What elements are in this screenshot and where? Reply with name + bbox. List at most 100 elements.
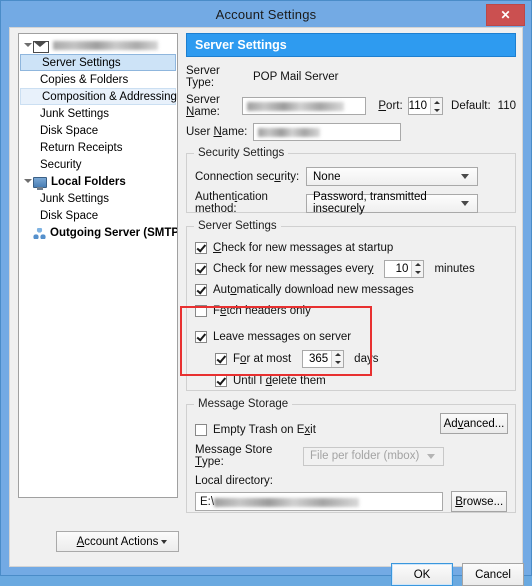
connection-security-label: Connection security: <box>195 170 300 183</box>
check-startup-label: Check for new messages at startup <box>213 241 394 254</box>
sidebar-item-outgoing-server[interactable]: Outgoing Server (SMTP) <box>19 224 177 241</box>
for-at-most-unit: days <box>354 352 379 365</box>
local-directory-label-row: Local directory: <box>195 475 507 487</box>
fetch-headers-checkbox[interactable] <box>195 304 207 317</box>
connection-security-value: None <box>313 170 341 183</box>
account-actions-label: Account Actions <box>76 535 159 548</box>
user-name-row: User Name: <box>186 123 516 141</box>
sidebar-item-label: Return Receipts <box>40 141 123 154</box>
cancel-button[interactable]: Cancel <box>462 563 524 586</box>
sidebar-item-local-disk-space[interactable]: Disk Space <box>19 207 177 224</box>
auth-method-select[interactable]: Password, transmitted insecurely <box>306 191 478 215</box>
cancel-button-label: Cancel <box>475 568 511 581</box>
advanced-button[interactable]: Advanced... <box>440 413 508 434</box>
for-at-most-stepper[interactable]: 365 <box>302 349 345 368</box>
close-icon[interactable]: ✕ <box>486 4 525 26</box>
chevron-down-icon <box>461 174 469 179</box>
sidebar-item-local-folders[interactable]: Local Folders <box>19 173 177 190</box>
ok-button[interactable]: OK <box>391 563 453 586</box>
chevron-down-icon <box>161 540 167 544</box>
tree-item-account[interactable] <box>19 37 177 54</box>
sidebar-item-server-settings[interactable]: Server Settings <box>20 54 176 71</box>
mail-icon <box>33 40 49 53</box>
for-at-most-checkbox[interactable] <box>215 352 227 365</box>
check-every-stepper-buttons[interactable] <box>411 260 424 277</box>
local-directory-label: Local directory: <box>195 475 273 487</box>
check-startup-row[interactable]: Check for new messages at startup <box>195 238 507 257</box>
local-directory-value: E:\ <box>200 496 215 508</box>
stepper-up-icon[interactable] <box>332 351 343 359</box>
store-type-label: Message Store Type: <box>195 444 273 468</box>
port-label: Port: <box>378 100 403 112</box>
sidebar-item-label: Security <box>40 158 82 171</box>
for-at-most-value: 365 <box>308 352 329 365</box>
sidebar-item-return-receipts[interactable]: Return Receipts <box>19 139 177 156</box>
sidebar-item-label: Disk Space <box>40 124 99 137</box>
server-settings-group: Server Settings Check for new messages a… <box>186 220 516 391</box>
advanced-button-label: Advanced... <box>443 417 505 430</box>
port-stepper-buttons[interactable] <box>430 98 443 114</box>
sidebar-item-security[interactable]: Security <box>19 156 177 173</box>
until-delete-checkbox[interactable] <box>215 374 227 387</box>
default-port-label: Default: <box>451 100 491 112</box>
stepper-down-icon[interactable] <box>431 106 442 114</box>
auto-download-row[interactable]: Automatically download new messages <box>195 280 507 299</box>
for-at-most-label: For at most <box>233 352 292 365</box>
stepper-up-icon[interactable] <box>412 261 423 269</box>
check-every-unit: minutes <box>434 262 475 275</box>
sidebar-item-label: Local Folders <box>51 175 126 188</box>
user-name-label: User Name: <box>186 126 248 138</box>
check-every-stepper[interactable]: 10 <box>384 259 425 278</box>
server-settings-title: Server Settings <box>194 220 281 232</box>
fetch-headers-label: Fetch headers only <box>213 304 311 317</box>
sidebar-item-label: Disk Space <box>40 209 99 222</box>
auto-download-label: Automatically download new messages <box>213 283 414 296</box>
fetch-headers-row[interactable]: Fetch headers only <box>195 301 507 320</box>
user-name-redacted <box>258 128 320 137</box>
stepper-down-icon[interactable] <box>412 269 423 277</box>
check-startup-checkbox[interactable] <box>195 241 207 254</box>
chevron-down-icon[interactable] <box>23 41 32 50</box>
account-actions-button[interactable]: Account Actions <box>56 531 179 552</box>
browse-button[interactable]: Browse... <box>451 491 507 512</box>
server-name-row: Server Name: Port: 110 Default: 110 <box>186 94 516 118</box>
sidebar-item-local-junk-settings[interactable]: Junk Settings <box>19 190 177 207</box>
server-name-redacted <box>247 102 345 111</box>
account-tree[interactable]: Server Settings Copies & Folders Composi… <box>18 33 178 498</box>
chevron-down-icon[interactable] <box>23 177 32 186</box>
auto-download-checkbox[interactable] <box>195 283 207 296</box>
leave-on-server-checkbox[interactable] <box>195 330 207 343</box>
leave-on-server-row[interactable]: Leave messages on server <box>195 327 507 346</box>
chevron-down-icon <box>461 200 469 206</box>
sidebar-item-copies-folders[interactable]: Copies & Folders <box>19 71 177 88</box>
server-type-label: Server Type: <box>186 65 220 89</box>
network-icon <box>33 227 46 239</box>
server-settings-panel: Server Settings Server Type: POP Mail Se… <box>186 33 516 513</box>
empty-trash-checkbox[interactable] <box>195 423 207 436</box>
local-directory-input[interactable]: E:\ <box>195 492 444 511</box>
title-bar: Account Settings <box>1 1 531 27</box>
until-delete-row[interactable]: Until I delete them <box>215 371 507 390</box>
sidebar-item-disk-space[interactable]: Disk Space <box>19 122 177 139</box>
leave-on-server-label: Leave messages on server <box>213 330 352 343</box>
for-at-most-row[interactable]: For at most 365 days <box>215 349 507 368</box>
stepper-down-icon[interactable] <box>332 359 343 367</box>
sidebar-item-composition-addressing[interactable]: Composition & Addressing <box>20 88 177 105</box>
sidebar-item-junk-settings[interactable]: Junk Settings <box>19 105 177 122</box>
account-name-redacted <box>53 41 158 50</box>
ok-button-label: OK <box>413 568 431 581</box>
stepper-up-icon[interactable] <box>431 98 442 106</box>
for-at-most-stepper-buttons[interactable] <box>331 350 344 367</box>
check-every-checkbox[interactable] <box>195 262 207 275</box>
server-name-input[interactable] <box>242 97 367 115</box>
auth-method-row: Authentication method: Password, transmi… <box>195 191 507 215</box>
local-directory-row: E:\ Browse... <box>195 491 507 512</box>
port-stepper[interactable]: 110 <box>407 97 444 115</box>
security-settings-title: Security Settings <box>194 147 289 159</box>
connection-security-select[interactable]: None <box>306 167 478 186</box>
user-name-input[interactable] <box>253 123 401 141</box>
computer-icon <box>33 176 47 190</box>
until-delete-label: Until I delete them <box>233 374 326 387</box>
check-every-row[interactable]: Check for new messages every 10 minutes <box>195 259 507 278</box>
browse-button-label: Browse... <box>455 495 504 508</box>
